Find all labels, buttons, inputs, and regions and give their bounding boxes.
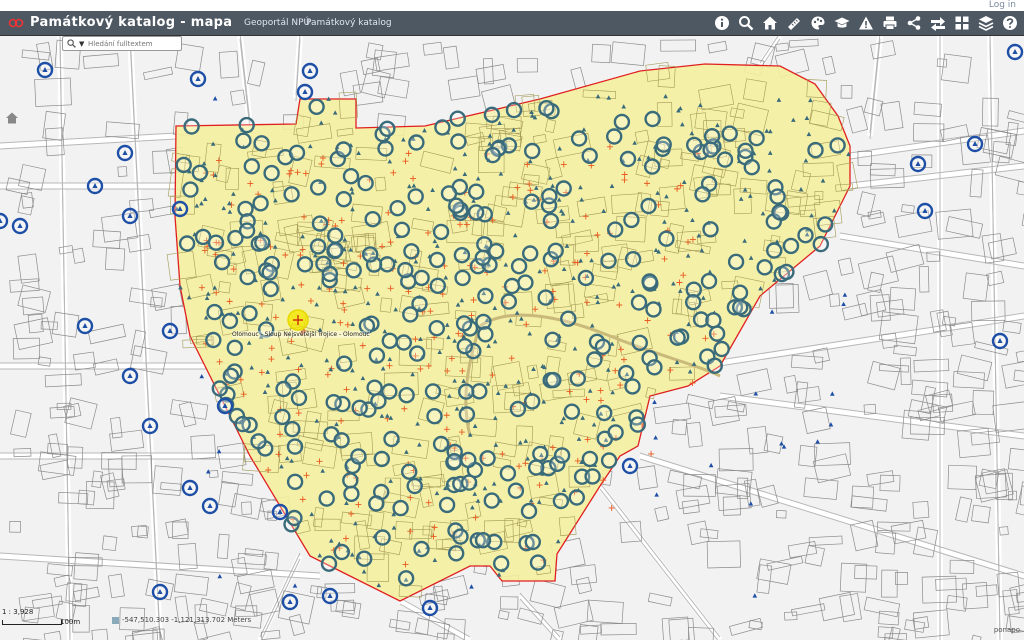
search-icon bbox=[739, 16, 754, 31]
search-box[interactable]: ▼ bbox=[62, 36, 182, 51]
layers-cap-icon bbox=[834, 17, 850, 28]
monument-marker[interactable] bbox=[121, 207, 139, 225]
monument-marker[interactable] bbox=[321, 587, 339, 605]
link-geoportal[interactable]: Geoportál NPÚ bbox=[244, 17, 310, 29]
warning-button[interactable] bbox=[856, 13, 876, 33]
monument-marker[interactable] bbox=[1006, 43, 1024, 61]
monument-marker[interactable] bbox=[201, 497, 219, 515]
monument-marker[interactable] bbox=[171, 200, 189, 218]
monument-marker[interactable] bbox=[434, 36, 451, 136]
monument-marker[interactable] bbox=[189, 70, 207, 88]
monument-marker[interactable] bbox=[76, 317, 94, 335]
monument-marker[interactable] bbox=[296, 83, 314, 101]
share-button[interactable] bbox=[904, 13, 924, 33]
grid-icon bbox=[955, 16, 969, 30]
measure-button[interactable] bbox=[784, 13, 804, 33]
print-button[interactable] bbox=[880, 13, 900, 33]
swap-icon bbox=[931, 17, 945, 31]
monument-marker[interactable] bbox=[483, 36, 501, 124]
scale-ratio: 1 : 3,928 bbox=[2, 608, 34, 616]
monument-marker[interactable] bbox=[161, 322, 179, 340]
map-canvas[interactable]: Olomouc - Sloup Nejsvětější Trojice - Ol… bbox=[0, 36, 1024, 640]
monument-marker[interactable] bbox=[86, 177, 104, 195]
attribution: ponapo bbox=[993, 626, 1020, 634]
search-icon bbox=[67, 39, 76, 48]
map-layer bbox=[0, 36, 1024, 640]
monument-marker[interactable] bbox=[216, 397, 234, 415]
monument-marker[interactable] bbox=[621, 457, 639, 475]
help-button[interactable] bbox=[1000, 13, 1020, 33]
monument-marker[interactable] bbox=[0, 212, 9, 230]
help-icon bbox=[1003, 16, 1017, 30]
monument-marker[interactable] bbox=[909, 155, 927, 173]
monument-marker[interactable] bbox=[151, 583, 169, 601]
swap-button[interactable] bbox=[928, 13, 948, 33]
scale-bar bbox=[2, 620, 62, 625]
search-button[interactable] bbox=[736, 13, 756, 33]
grid-button[interactable] bbox=[952, 13, 972, 33]
warning-icon bbox=[859, 16, 873, 30]
monument-marker[interactable] bbox=[121, 367, 139, 385]
coordinates-readout: -547,510.303 -1,121,313.702 Meters bbox=[112, 616, 251, 624]
login-link[interactable]: Log in bbox=[989, 0, 1016, 11]
share-icon bbox=[907, 16, 921, 30]
top-strip: Log in bbox=[0, 0, 1024, 11]
monument-marker[interactable] bbox=[505, 36, 523, 119]
logo-icon bbox=[8, 18, 24, 28]
monument-marker[interactable] bbox=[181, 479, 199, 497]
selected-monument[interactable] bbox=[287, 309, 309, 331]
search-input[interactable] bbox=[88, 38, 180, 49]
monument-marker[interactable] bbox=[141, 417, 159, 435]
monument-marker[interactable] bbox=[11, 217, 29, 235]
monument-marker[interactable] bbox=[271, 503, 289, 521]
popup-label: Olomouc - Sloup Nejsvětější Trojice - Ol… bbox=[232, 331, 370, 338]
monument-marker[interactable] bbox=[116, 144, 134, 162]
palette-button[interactable] bbox=[808, 13, 828, 33]
monument-marker[interactable] bbox=[301, 62, 319, 80]
map-home-button[interactable] bbox=[5, 110, 19, 124]
info-icon bbox=[715, 16, 729, 30]
toolbar bbox=[708, 13, 1020, 33]
monument-marker[interactable] bbox=[421, 599, 439, 617]
stack-icon bbox=[978, 16, 994, 31]
link-pamatkovy-katalog[interactable]: Památkový katalog bbox=[306, 17, 392, 29]
coordinates-text: -547,510.303 -1,121,313.702 Meters bbox=[122, 616, 252, 624]
home-icon bbox=[763, 16, 777, 30]
print-icon bbox=[883, 16, 897, 30]
info-button[interactable] bbox=[712, 13, 732, 33]
scale-bar-label: 100m bbox=[60, 618, 81, 626]
coordinates-icon bbox=[112, 616, 119, 624]
home-button[interactable] bbox=[760, 13, 780, 33]
monument-marker[interactable] bbox=[916, 202, 934, 220]
home-icon bbox=[6, 112, 18, 124]
layers-button[interactable] bbox=[976, 13, 996, 33]
education-button[interactable] bbox=[832, 13, 852, 33]
monument-marker[interactable] bbox=[449, 36, 466, 127]
palette-icon bbox=[811, 16, 825, 30]
monument-marker[interactable] bbox=[281, 593, 299, 611]
monument-marker[interactable] bbox=[991, 332, 1009, 350]
monument-marker[interactable] bbox=[36, 61, 54, 79]
monument-marker[interactable] bbox=[538, 36, 555, 117]
app-header: Památkový katalog - mapa Geoportál NPÚ P… bbox=[0, 11, 1024, 36]
search-dropdown-icon[interactable]: ▼ bbox=[79, 38, 84, 50]
measure-icon bbox=[788, 18, 800, 30]
monument-marker[interactable] bbox=[966, 135, 984, 153]
app-title: Památkový katalog - mapa bbox=[30, 15, 233, 30]
